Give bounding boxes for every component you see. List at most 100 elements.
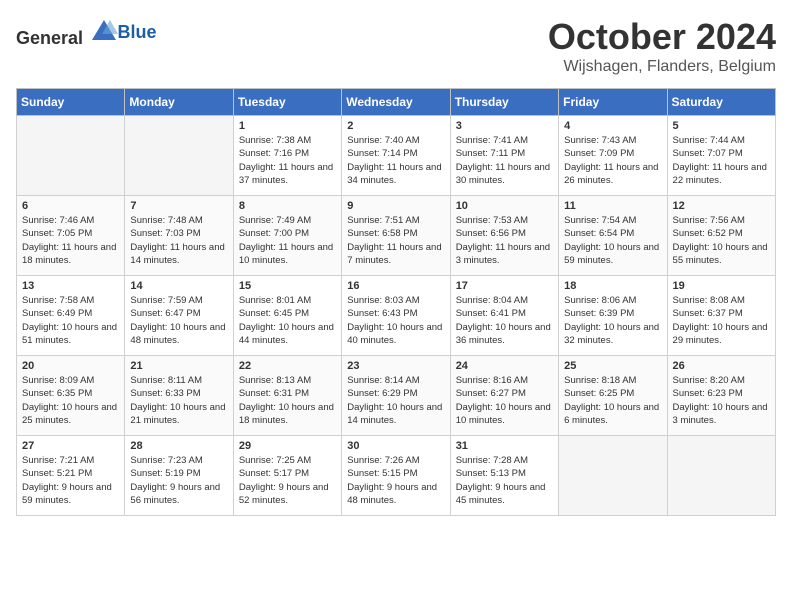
logo-general: General — [16, 28, 83, 48]
day-info: Sunrise: 7:54 AMSunset: 6:54 PMDaylight:… — [564, 214, 661, 267]
day-number: 1 — [239, 120, 336, 132]
day-info: Sunrise: 8:20 AMSunset: 6:23 PMDaylight:… — [673, 374, 770, 427]
day-number: 25 — [564, 360, 661, 372]
day-info: Sunrise: 7:44 AMSunset: 7:07 PMDaylight:… — [673, 134, 770, 187]
header-wednesday: Wednesday — [342, 89, 450, 116]
day-cell: 9 Sunrise: 7:51 AMSunset: 6:58 PMDaylight… — [342, 196, 450, 276]
day-cell: 1Sunrise: 7:38 AMSunset: 7:16 PMDaylight… — [233, 116, 341, 196]
day-cell: 7 Sunrise: 7:48 AMSunset: 7:03 PMDaylight… — [125, 196, 233, 276]
day-info: Sunrise: 8:06 AMSunset: 6:39 PMDaylight:… — [564, 294, 661, 347]
day-cell: 3Sunrise: 7:41 AMSunset: 7:11 PMDaylight… — [450, 116, 558, 196]
day-cell: 16Sunrise: 8:03 AMSunset: 6:43 PMDayligh… — [342, 276, 450, 356]
week-row-4: 27 Sunrise: 7:21 AMSunset: 5:21 PMDayligh… — [17, 436, 776, 516]
day-cell: 13Sunrise: 7:58 AMSunset: 6:49 PMDayligh… — [17, 276, 125, 356]
title-area: October 2024 Wijshagen, Flanders, Belgiu… — [548, 16, 776, 76]
day-info: Sunrise: 7:46 AMSunset: 7:05 PMDaylight:… — [22, 214, 119, 267]
day-cell: 20 Sunrise: 8:09 AMSunset: 6:35 PMDayligh… — [17, 356, 125, 436]
day-number: 15 — [239, 280, 336, 292]
day-cell: 17 Sunrise: 8:04 AMSunset: 6:41 PMDayligh… — [450, 276, 558, 356]
day-info: Sunrise: 7:41 AMSunset: 7:11 PMDaylight:… — [456, 134, 553, 187]
day-info: Sunrise: 7:56 AMSunset: 6:52 PMDaylight:… — [673, 214, 770, 267]
day-number: 18 — [564, 280, 661, 292]
day-number: 27 — [22, 440, 119, 452]
day-number: 24 — [456, 360, 553, 372]
day-cell — [17, 116, 125, 196]
header-thursday: Thursday — [450, 89, 558, 116]
month-title: October 2024 — [548, 16, 776, 58]
day-cell: 2 Sunrise: 7:40 AMSunset: 7:14 PMDaylight… — [342, 116, 450, 196]
day-number: 4 — [564, 120, 661, 132]
day-number: 6 — [22, 200, 119, 212]
day-cell: 14Sunrise: 7:59 AMSunset: 6:47 PMDayligh… — [125, 276, 233, 356]
day-cell: 5 Sunrise: 7:44 AMSunset: 7:07 PMDaylight… — [667, 116, 775, 196]
day-cell: 6 Sunrise: 7:46 AMSunset: 7:05 PMDaylight… — [17, 196, 125, 276]
day-number: 20 — [22, 360, 119, 372]
logo-blue: Blue — [118, 22, 157, 42]
header-row: SundayMondayTuesdayWednesdayThursdayFrid… — [17, 89, 776, 116]
day-number: 23 — [347, 360, 444, 372]
day-cell: 28Sunrise: 7:23 AMSunset: 5:19 PMDayligh… — [125, 436, 233, 516]
day-info: Sunrise: 7:40 AMSunset: 7:14 PMDaylight:… — [347, 134, 444, 187]
day-number: 5 — [673, 120, 770, 132]
day-info: Sunrise: 7:21 AMSunset: 5:21 PMDaylight:… — [22, 454, 119, 507]
location-title: Wijshagen, Flanders, Belgium — [548, 58, 776, 76]
day-number: 11 — [564, 200, 661, 212]
day-cell: 22 Sunrise: 8:13 AMSunset: 6:31 PMDayligh… — [233, 356, 341, 436]
day-number: 14 — [130, 280, 227, 292]
day-cell: 29Sunrise: 7:25 AMSunset: 5:17 PMDayligh… — [233, 436, 341, 516]
day-cell: 27 Sunrise: 7:21 AMSunset: 5:21 PMDayligh… — [17, 436, 125, 516]
day-number: 29 — [239, 440, 336, 452]
day-info: Sunrise: 7:49 AMSunset: 7:00 PMDaylight:… — [239, 214, 336, 267]
day-number: 30 — [347, 440, 444, 452]
day-info: Sunrise: 8:03 AMSunset: 6:43 PMDaylight:… — [347, 294, 444, 347]
day-cell: 25 Sunrise: 8:18 AMSunset: 6:25 PMDayligh… — [559, 356, 667, 436]
day-cell: 10Sunrise: 7:53 AMSunset: 6:56 PMDayligh… — [450, 196, 558, 276]
day-info: Sunrise: 7:23 AMSunset: 5:19 PMDaylight:… — [130, 454, 227, 507]
week-row-2: 13Sunrise: 7:58 AMSunset: 6:49 PMDayligh… — [17, 276, 776, 356]
day-info: Sunrise: 7:51 AMSunset: 6:58 PMDaylight:… — [347, 214, 444, 267]
calendar-table: SundayMondayTuesdayWednesdayThursdayFrid… — [16, 88, 776, 516]
day-info: Sunrise: 8:16 AMSunset: 6:27 PMDaylight:… — [456, 374, 553, 427]
day-info: Sunrise: 7:58 AMSunset: 6:49 PMDaylight:… — [22, 294, 119, 347]
day-number: 7 — [130, 200, 227, 212]
day-cell: 30 Sunrise: 7:26 AMSunset: 5:15 PMDayligh… — [342, 436, 450, 516]
header-saturday: Saturday — [667, 89, 775, 116]
week-row-1: 6 Sunrise: 7:46 AMSunset: 7:05 PMDaylight… — [17, 196, 776, 276]
day-info: Sunrise: 8:01 AMSunset: 6:45 PMDaylight:… — [239, 294, 336, 347]
day-number: 9 — [347, 200, 444, 212]
day-number: 26 — [673, 360, 770, 372]
page-header: General Blue October 2024 Wijshagen, Fla… — [16, 16, 776, 76]
day-cell: 18 Sunrise: 8:06 AMSunset: 6:39 PMDayligh… — [559, 276, 667, 356]
day-cell — [125, 116, 233, 196]
header-friday: Friday — [559, 89, 667, 116]
day-info: Sunrise: 8:08 AMSunset: 6:37 PMDaylight:… — [673, 294, 770, 347]
day-number: 10 — [456, 200, 553, 212]
day-number: 12 — [673, 200, 770, 212]
header-sunday: Sunday — [17, 89, 125, 116]
week-row-0: 1Sunrise: 7:38 AMSunset: 7:16 PMDaylight… — [17, 116, 776, 196]
day-cell: 11 Sunrise: 7:54 AMSunset: 6:54 PMDayligh… — [559, 196, 667, 276]
day-info: Sunrise: 8:13 AMSunset: 6:31 PMDaylight:… — [239, 374, 336, 427]
day-info: Sunrise: 8:04 AMSunset: 6:41 PMDaylight:… — [456, 294, 553, 347]
day-number: 2 — [347, 120, 444, 132]
day-number: 17 — [456, 280, 553, 292]
day-number: 19 — [673, 280, 770, 292]
day-info: Sunrise: 8:18 AMSunset: 6:25 PMDaylight:… — [564, 374, 661, 427]
day-info: Sunrise: 7:48 AMSunset: 7:03 PMDaylight:… — [130, 214, 227, 267]
day-info: Sunrise: 7:26 AMSunset: 5:15 PMDaylight:… — [347, 454, 444, 507]
day-info: Sunrise: 8:11 AMSunset: 6:33 PMDaylight:… — [130, 374, 227, 427]
day-cell: 8 Sunrise: 7:49 AMSunset: 7:00 PMDaylight… — [233, 196, 341, 276]
day-info: Sunrise: 8:09 AMSunset: 6:35 PMDaylight:… — [22, 374, 119, 427]
logo: General Blue — [16, 16, 157, 49]
header-monday: Monday — [125, 89, 233, 116]
day-number: 22 — [239, 360, 336, 372]
logo-icon — [90, 16, 118, 44]
day-cell: 31Sunrise: 7:28 AMSunset: 5:13 PMDayligh… — [450, 436, 558, 516]
day-cell: 24 Sunrise: 8:16 AMSunset: 6:27 PMDayligh… — [450, 356, 558, 436]
day-number: 21 — [130, 360, 227, 372]
day-number: 8 — [239, 200, 336, 212]
day-cell: 23Sunrise: 8:14 AMSunset: 6:29 PMDayligh… — [342, 356, 450, 436]
day-cell: 4Sunrise: 7:43 AMSunset: 7:09 PMDaylight… — [559, 116, 667, 196]
day-number: 31 — [456, 440, 553, 452]
day-cell — [667, 436, 775, 516]
